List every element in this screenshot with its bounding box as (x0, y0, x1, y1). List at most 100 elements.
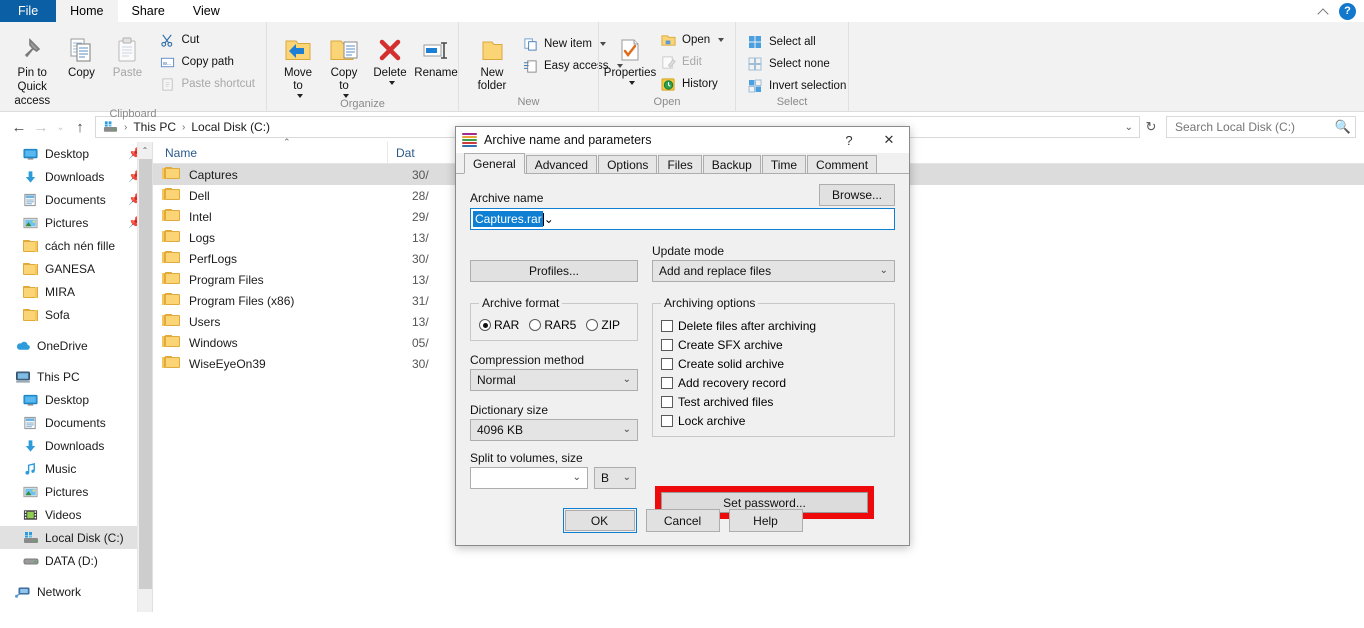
option-lock-archive[interactable]: Lock archive (661, 411, 886, 430)
format-rar5-radio[interactable]: RAR5 (529, 318, 576, 332)
dialog-help-button[interactable]: ? (829, 128, 869, 153)
help-button[interactable]: Help (728, 509, 803, 532)
chevron-down-icon[interactable]: ⌄ (544, 212, 554, 226)
format-rar-radio[interactable]: RAR (479, 318, 519, 332)
copy-button[interactable]: Copy (58, 28, 104, 80)
tab-home[interactable]: Home (56, 0, 118, 22)
cancel-button[interactable]: Cancel (645, 509, 720, 532)
move-to-button[interactable]: Move to (275, 28, 321, 99)
dialog-close-button[interactable]: ✕ (869, 128, 909, 153)
update-mode-select[interactable]: Add and replace files ⌄ (652, 260, 895, 282)
option-delete-files-after-archiving[interactable]: Delete files after archiving (661, 316, 886, 335)
navpane-item-pictures[interactable]: Pictures (0, 480, 152, 503)
navpane-item-onedrive[interactable]: OneDrive (0, 334, 152, 357)
search-icon[interactable]: 🔍 (1335, 119, 1351, 135)
navpane-item-this-pc[interactable]: This PC (0, 365, 152, 388)
dialog-titlebar[interactable]: Archive name and parameters ? ✕ (456, 127, 909, 153)
split-unit-select[interactable]: B ⌄ (594, 467, 636, 489)
option-create-sfx-archive[interactable]: Create SFX archive (661, 335, 886, 354)
navpane-item-network[interactable]: Network (0, 580, 152, 603)
option-label: Test archived files (678, 394, 774, 409)
dialog-tab-time[interactable]: Time (761, 155, 807, 173)
new-folder-button[interactable]: New folder (469, 28, 515, 93)
select-none-button[interactable]: Select none (744, 54, 851, 74)
archive-name-field[interactable]: Captures.rar ⌄ (470, 208, 895, 230)
navpane-item-music[interactable]: Music (0, 457, 152, 480)
new-item-icon (521, 35, 539, 53)
sort-ascending-icon: ⌃ (283, 136, 291, 147)
dialog-tab-backup[interactable]: Backup (702, 155, 761, 173)
chevron-down-icon[interactable]: ⌄ (623, 374, 631, 385)
browse-button[interactable]: Browse... (819, 184, 895, 206)
navpane-item-sofa[interactable]: Sofa (0, 303, 152, 326)
column-header-date[interactable]: Dat (388, 146, 415, 160)
chevron-down-icon[interactable] (388, 81, 395, 86)
chevron-down-icon[interactable]: ⌄ (623, 424, 631, 435)
navpane-spacer (0, 572, 152, 580)
invert-selection-button[interactable]: Invert selection (744, 76, 851, 96)
properties-button[interactable]: Properties (604, 28, 656, 86)
chevron-up-icon[interactable] (1317, 4, 1331, 18)
copy-path-button[interactable]: w... Copy path (156, 52, 260, 72)
dialog-tab-files[interactable]: Files (658, 155, 702, 173)
chevron-down-icon[interactable]: ⌄ (1125, 122, 1135, 133)
radio-indicator (586, 319, 599, 331)
help-icon[interactable]: ? (1339, 2, 1356, 20)
profiles-button[interactable]: Profiles... (470, 260, 638, 282)
copy-to-button[interactable]: Copy to (321, 28, 367, 99)
dialog-tab-comment[interactable]: Comment (807, 155, 878, 173)
easy-access-icon (521, 57, 539, 75)
search-box[interactable]: 🔍 (1166, 116, 1356, 138)
column-header-name[interactable]: Name ⌃ (153, 137, 388, 164)
navpane-item-documents-qa[interactable]: Documents 📌 (0, 188, 152, 211)
cut-button[interactable]: Cut (156, 30, 260, 50)
refresh-button[interactable]: ↻ (1140, 115, 1162, 139)
file-name: Windows (189, 335, 238, 350)
chevron-down-icon[interactable] (718, 38, 725, 42)
navpane-item-data-d[interactable]: DATA (D:) (0, 549, 152, 572)
navpane-item-desktop[interactable]: Desktop (0, 388, 152, 411)
option-create-solid-archive[interactable]: Create solid archive (661, 354, 886, 373)
chevron-down-icon[interactable] (628, 81, 635, 86)
rename-button[interactable]: Rename (413, 28, 459, 80)
tab-view[interactable]: View (179, 0, 234, 22)
compression-method-select[interactable]: Normal ⌄ (470, 369, 638, 391)
chevron-down-icon[interactable]: ⌄ (880, 265, 888, 276)
delete-button[interactable]: Delete (367, 28, 413, 86)
navpane-item-videos[interactable]: Videos (0, 503, 152, 526)
paste-button[interactable]: Paste (104, 28, 150, 80)
navpane-item-mira[interactable]: MIRA (0, 280, 152, 303)
scroll-up-button[interactable]: ⌃ (138, 142, 152, 159)
paste-shortcut-button[interactable]: Paste shortcut (156, 74, 260, 94)
scrollbar-thumb[interactable] (139, 159, 152, 589)
history-button[interactable]: History (657, 74, 729, 94)
tab-file[interactable]: File (0, 0, 57, 22)
navpane-scrollbar[interactable]: ⌃ (137, 142, 152, 612)
tab-share[interactable]: Share (118, 0, 179, 22)
option-test-archived-files[interactable]: Test archived files (661, 392, 886, 411)
dialog-tab-advanced[interactable]: Advanced (525, 155, 598, 173)
navpane-item-downloads-qa[interactable]: Downloads 📌 (0, 165, 152, 188)
checkbox-indicator (661, 414, 673, 427)
navpane-item-ganesa[interactable]: GANESA (0, 257, 152, 280)
navpane-item-downloads[interactable]: Downloads (0, 434, 152, 457)
split-size-input[interactable]: ⌄ (470, 467, 588, 489)
navpane-item-local-disk-c[interactable]: Local Disk (C:) (0, 526, 152, 549)
navpane-item-cach-nen-fille[interactable]: cách nén fille (0, 234, 152, 257)
ok-button[interactable]: OK (564, 510, 635, 531)
open-button[interactable]: Open (657, 30, 729, 50)
navpane-item-pictures-qa[interactable]: Pictures 📌 (0, 211, 152, 234)
edit-button[interactable]: Edit (657, 52, 729, 72)
select-all-button[interactable]: Select all (744, 32, 851, 52)
option-add-recovery-record[interactable]: Add recovery record (661, 373, 886, 392)
chevron-down-icon[interactable]: ⌄ (623, 472, 631, 483)
search-input[interactable] (1175, 120, 1335, 134)
dictionary-size-select[interactable]: 4096 KB ⌄ (470, 419, 638, 441)
dialog-tab-options[interactable]: Options (598, 155, 658, 173)
chevron-down-icon[interactable]: ⌄ (573, 472, 581, 483)
dialog-tab-general[interactable]: General (464, 153, 525, 174)
navpane-item-desktop-qa[interactable]: Desktop 📌 (0, 142, 152, 165)
pin-to-quick-access-button[interactable]: Pin to Quick access (6, 28, 58, 108)
format-zip-radio[interactable]: ZIP (586, 318, 620, 332)
navpane-item-documents[interactable]: Documents (0, 411, 152, 434)
